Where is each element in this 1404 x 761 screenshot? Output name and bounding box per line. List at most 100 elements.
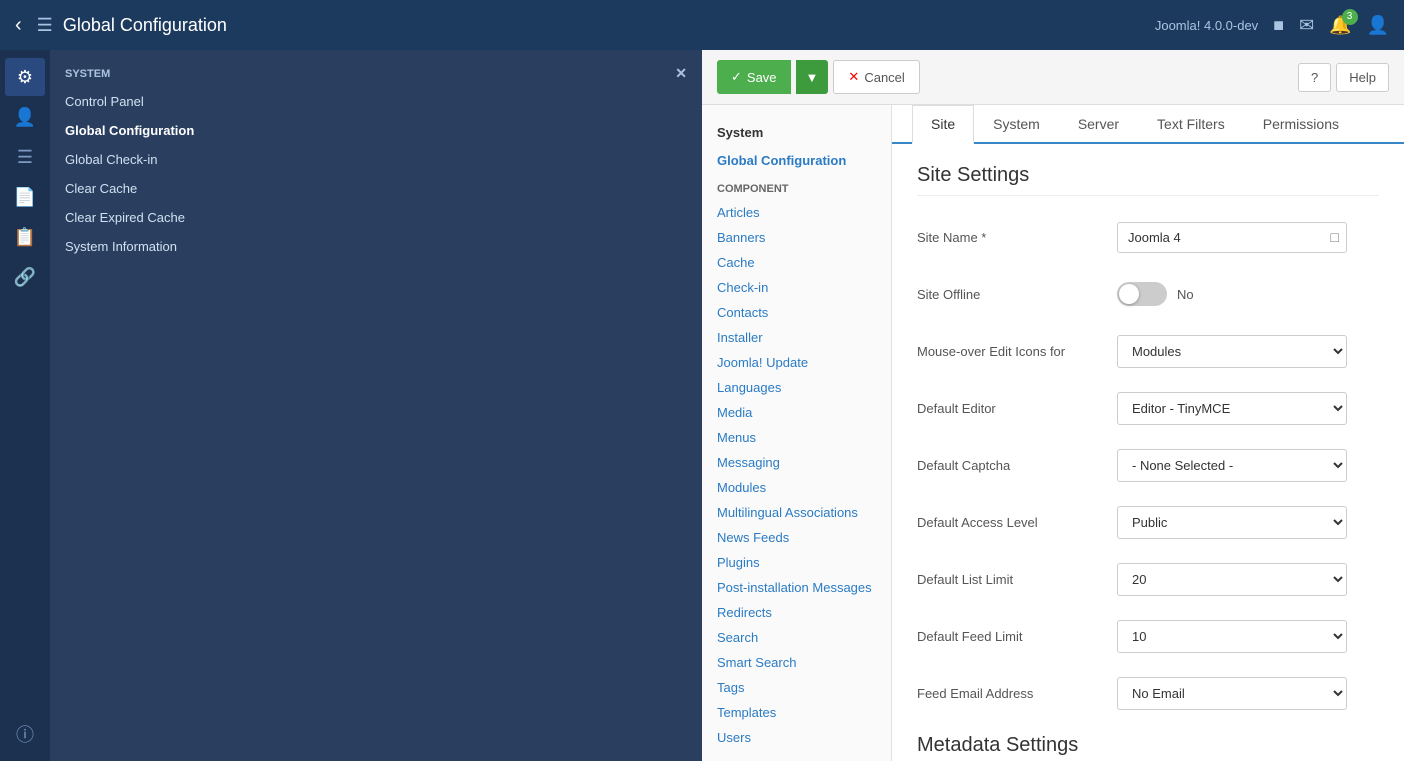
panel-component-articles[interactable]: Articles (702, 200, 891, 225)
default-captcha-select[interactable]: - None Selected - (1117, 449, 1347, 482)
panel-component-plugins[interactable]: Plugins (702, 550, 891, 575)
field-default-feed-limit: Default Feed Limit 10 (917, 615, 1379, 657)
tab-server[interactable]: Server (1059, 105, 1138, 144)
panel-component-users[interactable]: Users (702, 725, 891, 750)
panel-component-post-install[interactable]: Post-installation Messages (702, 575, 891, 600)
panel-sidebar-system-title: System (702, 120, 891, 148)
sidebar-item-clear-cache[interactable]: Clear Cache (50, 174, 702, 203)
label-site-offline: Site Offline (917, 287, 1117, 302)
notification-icon-btn[interactable]: 🔔 3 (1329, 15, 1351, 36)
toolbar: ✓ Save ▼ ✕ Cancel ? Help (702, 50, 1404, 105)
field-default-list-limit: Default List Limit 20 (917, 558, 1379, 600)
panel-component-templates[interactable]: Templates (702, 700, 891, 725)
site-offline-toggle[interactable]: No (1117, 282, 1194, 306)
site-settings-title: Site Settings (917, 164, 1379, 196)
field-default-captcha: Default Captcha - None Selected - (917, 444, 1379, 486)
panel-component-messaging[interactable]: Messaging (702, 450, 891, 475)
nav-icon-extensions[interactable]: 🔗 (5, 258, 45, 296)
save-dropdown-button[interactable]: ▼ (796, 60, 829, 94)
toolbar-right: ? Help (1298, 63, 1389, 92)
tabs: Site System Server Text Filters Permissi… (892, 105, 1404, 144)
panel-component-menus[interactable]: Menus (702, 425, 891, 450)
panel-component-contacts[interactable]: Contacts (702, 300, 891, 325)
toggle-label: No (1177, 287, 1194, 302)
panel-component-installer[interactable]: Installer (702, 325, 891, 350)
panel-area: System Global Configuration Component Ar… (702, 105, 1404, 761)
nav-icon-info[interactable]: ⓘ (5, 715, 45, 753)
nav-icon-menus[interactable]: ☰ (5, 138, 45, 176)
tab-text-filters[interactable]: Text Filters (1138, 105, 1244, 144)
nav-icon-components[interactable]: 📋 (5, 218, 45, 256)
label-default-feed-limit: Default Feed Limit (917, 629, 1117, 644)
panel-component-media[interactable]: Media (702, 400, 891, 425)
mail-icon-btn[interactable]: ✉ (1299, 15, 1314, 36)
main-content: Site System Server Text Filters Permissi… (892, 105, 1404, 761)
feed-email-select[interactable]: No Email (1117, 677, 1347, 710)
sidebar-close-btn[interactable]: ✕ (675, 65, 687, 82)
sidebar-item-global-config[interactable]: Global Configuration (50, 116, 702, 145)
panel-component-checkin[interactable]: Check-in (702, 275, 891, 300)
nav-icon-users[interactable]: 👤 (5, 98, 45, 136)
page-title: Global Configuration (63, 15, 1145, 36)
main-layout: ⚙ 👤 ☰ 📄 📋 🔗 ⓘ System ✕ Control Panel Glo… (0, 50, 1404, 761)
panel-component-tags[interactable]: Tags (702, 675, 891, 700)
default-list-limit-select[interactable]: 20 (1117, 563, 1347, 596)
save-button[interactable]: ✓ Save (717, 60, 791, 94)
nav-icon-system[interactable]: ⚙ (5, 58, 45, 96)
panel-component-search[interactable]: Search (702, 625, 891, 650)
field-default-editor: Default Editor Editor - TinyMCE (917, 387, 1379, 429)
site-name-input-wrapper: □ (1117, 222, 1347, 253)
sidebar-item-system-information[interactable]: System Information (50, 232, 702, 261)
site-name-input[interactable] (1117, 222, 1347, 253)
default-editor-select[interactable]: Editor - TinyMCE (1117, 392, 1347, 425)
mouseover-edit-select[interactable]: Modules (1117, 335, 1347, 368)
label-feed-email: Feed Email Address (917, 686, 1117, 701)
tab-site[interactable]: Site (912, 105, 974, 144)
default-feed-limit-select[interactable]: 10 (1117, 620, 1347, 653)
panel-component-redirects[interactable]: Redirects (702, 600, 891, 625)
sidebar-wrapper: ⚙ 👤 ☰ 📄 📋 🔗 ⓘ System ✕ Control Panel Glo… (0, 50, 702, 761)
field-default-access: Default Access Level Public (917, 501, 1379, 543)
sidebar-item-clear-expired-cache[interactable]: Clear Expired Cache (50, 203, 702, 232)
panel-component-multilingual[interactable]: Multilingual Associations (702, 500, 891, 525)
copy-icon: □ (1331, 229, 1339, 245)
label-default-captcha: Default Captcha (917, 458, 1117, 473)
tab-system[interactable]: System (974, 105, 1059, 144)
sidebar-menu: System ✕ Control Panel Global Configurat… (50, 50, 702, 761)
field-site-offline: Site Offline No (917, 273, 1379, 315)
tab-permissions[interactable]: Permissions (1244, 105, 1358, 144)
version-label: Joomla! 4.0.0-dev (1155, 18, 1258, 33)
panel-component-modules[interactable]: Modules (702, 475, 891, 500)
save-icon: ✓ (731, 69, 742, 85)
panel-component-languages[interactable]: Languages (702, 375, 891, 400)
sidebar-item-global-checkin[interactable]: Global Check-in (50, 145, 702, 174)
notification-badge: 3 (1342, 9, 1358, 25)
user-icon-btn[interactable]: 👤 (1367, 15, 1389, 36)
panel-component-newsfeeds[interactable]: News Feeds (702, 525, 891, 550)
label-mouseover-edit: Mouse-over Edit Icons for (917, 344, 1117, 359)
nav-icon-content[interactable]: 📄 (5, 178, 45, 216)
content-body: Site Settings Site Name * □ Site Offline (892, 144, 1404, 761)
label-default-list-limit: Default List Limit (917, 572, 1117, 587)
field-site-name: Site Name * □ (917, 216, 1379, 258)
panel-sidebar-global-config[interactable]: Global Configuration (702, 148, 891, 173)
panel-sidebar-component-title: Component (702, 173, 891, 200)
topbar: ‹ ☰ Global Configuration Joomla! 4.0.0-d… (0, 0, 1404, 50)
sidebar-section-title: System ✕ (50, 60, 702, 87)
toggle-track[interactable] (1117, 282, 1167, 306)
panel-component-joomla-update[interactable]: Joomla! Update (702, 350, 891, 375)
content-area: ✓ Save ▼ ✕ Cancel ? Help System Global C… (702, 50, 1404, 761)
back-button[interactable]: ‹ (15, 14, 22, 37)
cancel-icon: ✕ (848, 69, 859, 85)
help-button[interactable]: Help (1336, 63, 1389, 92)
panel-component-cache[interactable]: Cache (702, 250, 891, 275)
question-button[interactable]: ? (1298, 63, 1331, 92)
panel-component-smart-search[interactable]: Smart Search (702, 650, 891, 675)
label-default-editor: Default Editor (917, 401, 1117, 416)
panel-component-banners[interactable]: Banners (702, 225, 891, 250)
cancel-button[interactable]: ✕ Cancel (833, 60, 919, 94)
joomla-icon-btn[interactable]: ■ (1273, 15, 1284, 36)
default-access-select[interactable]: Public (1117, 506, 1347, 539)
sidebar-item-control-panel[interactable]: Control Panel (50, 87, 702, 116)
sidebar-nav-icons: ⚙ 👤 ☰ 📄 📋 🔗 ⓘ (0, 50, 50, 761)
